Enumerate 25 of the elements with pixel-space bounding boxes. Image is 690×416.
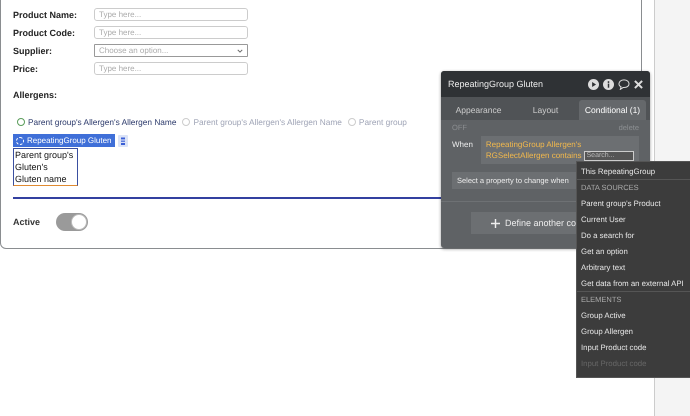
- field-label: Active: [13, 217, 40, 227]
- panel-tab[interactable]: Appearance: [445, 100, 512, 120]
- close-icon[interactable]: [634, 80, 643, 88]
- info-icon[interactable]: [603, 78, 614, 90]
- element-tag[interactable]: RepeatingGroup Gluten: [13, 134, 114, 147]
- toggle-switch[interactable]: [56, 213, 88, 231]
- section-label: Allergens:: [13, 90, 58, 100]
- comment-icon[interactable]: [618, 78, 630, 90]
- field-label: Price:: [13, 64, 40, 74]
- caret-icon: [237, 48, 243, 52]
- text-element[interactable]: Parent group's Gluten's Gluten name: [13, 148, 78, 186]
- radio-option[interactable]: Parent group's Allergen's Allergen Name: [17, 117, 176, 127]
- input-field[interactable]: Type here...: [94, 62, 248, 75]
- input-field[interactable]: Type here...: [94, 8, 248, 21]
- field-label: Product Code:: [13, 28, 76, 38]
- panel-tab[interactable]: Conditional (1): [579, 100, 646, 120]
- when-label: When: [452, 139, 473, 151]
- panel-tab[interactable]: Layout: [512, 100, 579, 120]
- panel-title: RepeatingGroup Gluten: [448, 79, 544, 89]
- expression-text: RepeatingGroup Allergen's RGSelectAllergen contains: [486, 140, 582, 160]
- play-icon[interactable]: [588, 78, 599, 90]
- field-label: Supplier:: [13, 46, 54, 56]
- plus-icon: [491, 218, 500, 228]
- input-field[interactable]: Type here...: [94, 26, 248, 39]
- field-label: Product Name:: [13, 10, 78, 20]
